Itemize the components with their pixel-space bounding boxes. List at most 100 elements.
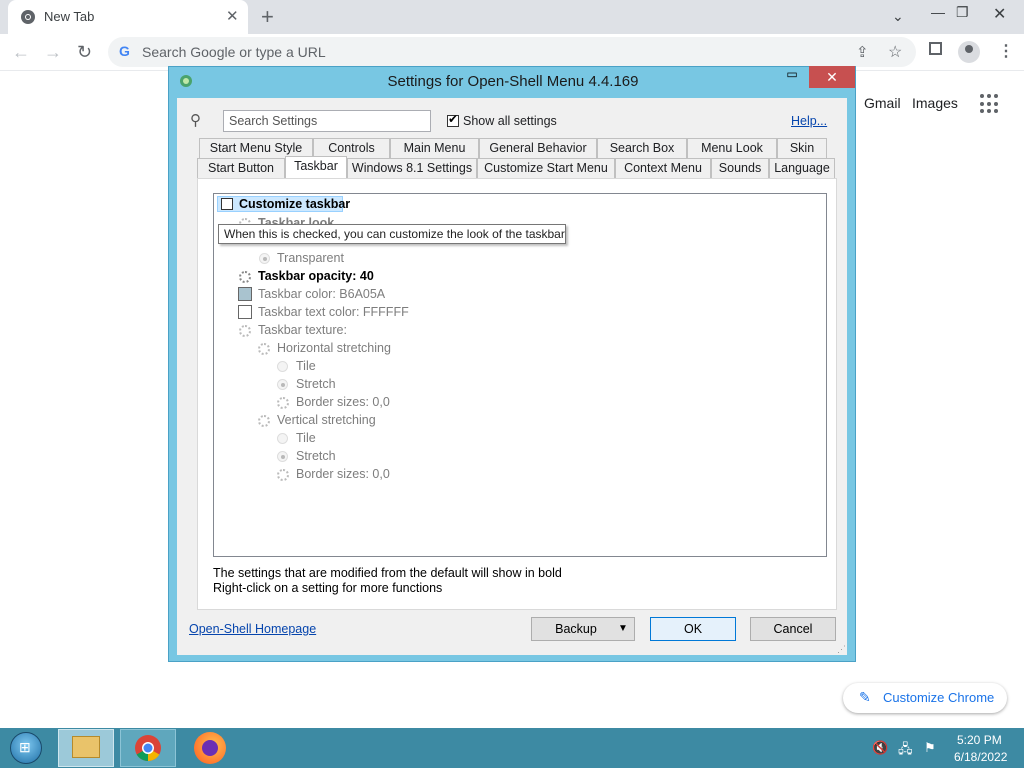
search-icon: ⚲ bbox=[190, 112, 201, 129]
customize-chrome-button[interactable]: ✎ Customize Chrome bbox=[843, 683, 1007, 713]
v-stretch-label: Stretch bbox=[296, 449, 336, 463]
tab-skin[interactable]: Skin bbox=[777, 138, 827, 158]
menu-kebab-icon[interactable]: ⋮ bbox=[998, 41, 1014, 61]
h-tile-radio[interactable] bbox=[277, 361, 288, 372]
tab-customize-start-menu[interactable]: Customize Start Menu bbox=[477, 158, 615, 178]
taskbar-chrome[interactable] bbox=[120, 729, 176, 767]
tab-start-menu-style[interactable]: Start Menu Style bbox=[199, 138, 313, 158]
search-settings-input[interactable]: Search Settings bbox=[223, 110, 431, 132]
taskbar-file-explorer[interactable] bbox=[58, 729, 114, 767]
clock-time[interactable]: 5:20 PM bbox=[957, 733, 1002, 747]
open-shell-homepage-link[interactable]: Open-Shell Homepage bbox=[189, 622, 316, 636]
h-tile-label: Tile bbox=[296, 359, 316, 373]
taskbar-text-color-label[interactable]: Taskbar text color: FFFFFF bbox=[258, 305, 409, 319]
images-link[interactable]: Images bbox=[912, 95, 958, 111]
customize-chrome-label: Customize Chrome bbox=[883, 690, 995, 705]
taskbar-opacity-label[interactable]: Taskbar opacity: 40 bbox=[258, 269, 374, 283]
backup-button[interactable]: Backup ▼ bbox=[531, 617, 635, 641]
v-stretch-radio[interactable] bbox=[277, 451, 288, 462]
vertical-stretching-label[interactable]: Vertical stretching bbox=[277, 413, 376, 427]
tab-start-button[interactable]: Start Button bbox=[197, 158, 285, 178]
opacity-gear-icon bbox=[239, 271, 251, 283]
h-border-sizes-label[interactable]: Border sizes: 0,0 bbox=[296, 395, 390, 409]
tab-general-behavior[interactable]: General Behavior bbox=[479, 138, 597, 158]
new-tab-button[interactable]: + bbox=[261, 4, 274, 30]
tab-context-menu[interactable]: Context Menu bbox=[615, 158, 711, 178]
omnibox[interactable]: G Search Google or type a URL ⇪ ☆ bbox=[108, 37, 916, 67]
bookmark-star-icon[interactable]: ☆ bbox=[888, 42, 902, 62]
minimize-icon[interactable]: — bbox=[931, 4, 945, 20]
taskbar-color-label[interactable]: Taskbar color: B6A05A bbox=[258, 287, 385, 301]
taskbar-texture-label[interactable]: Taskbar texture: bbox=[258, 323, 347, 337]
volume-muted-icon[interactable]: 🔇 bbox=[872, 740, 888, 756]
windows-logo-icon: ⊞ bbox=[19, 739, 31, 755]
profile-avatar-icon[interactable] bbox=[958, 41, 980, 63]
clock-date[interactable]: 6/18/2022 bbox=[954, 750, 1007, 764]
v-tile-radio[interactable] bbox=[277, 433, 288, 444]
tab-controls[interactable]: Controls bbox=[313, 138, 390, 158]
tooltip: When this is checked, you can customize … bbox=[218, 224, 566, 244]
dialog-title: Settings for Open-Shell Menu 4.4.169 bbox=[387, 73, 639, 90]
settings-tree[interactable]: Customize taskbar Taskbar look Transpare… bbox=[213, 193, 827, 557]
share-icon[interactable]: ⇪ bbox=[856, 43, 869, 61]
tab-search-box[interactable]: Search Box bbox=[597, 138, 687, 158]
taskbar-color-swatch[interactable] bbox=[238, 287, 252, 301]
tab-menu-look[interactable]: Menu Look bbox=[687, 138, 777, 158]
firefox-icon[interactable] bbox=[194, 732, 226, 764]
search-settings-placeholder: Search Settings bbox=[229, 114, 318, 128]
network-icon[interactable]: 🖧 bbox=[898, 740, 913, 762]
transparent-radio[interactable] bbox=[259, 253, 270, 264]
folder-icon bbox=[72, 736, 100, 758]
reload-icon[interactable]: ↻ bbox=[77, 42, 92, 63]
customize-taskbar-checkbox[interactable] bbox=[221, 198, 233, 210]
customize-taskbar-row[interactable]: Customize taskbar bbox=[217, 196, 350, 212]
resize-grip-icon[interactable]: ⋰ bbox=[837, 644, 846, 655]
chrome-icon bbox=[135, 735, 161, 762]
gmail-link[interactable]: Gmail bbox=[864, 95, 901, 111]
dialog-client-area: ⚲ Search Settings ✔ Show all settings He… bbox=[177, 98, 847, 655]
omnibox-placeholder: Search Google or type a URL bbox=[142, 44, 326, 60]
cancel-button[interactable]: Cancel bbox=[750, 617, 836, 641]
start-button[interactable]: ⊞ bbox=[10, 732, 42, 764]
v-border-sizes-label[interactable]: Border sizes: 0,0 bbox=[296, 467, 390, 481]
taskbar-text-color-swatch[interactable] bbox=[238, 305, 252, 319]
tab-sounds[interactable]: Sounds bbox=[711, 158, 769, 178]
dialog-close-button[interactable]: ✕ bbox=[809, 66, 855, 88]
tab-main-menu[interactable]: Main Menu bbox=[390, 138, 479, 158]
transparent-label: Transparent bbox=[277, 251, 344, 265]
bold-note: The settings that are modified from the … bbox=[213, 566, 562, 580]
tab-title: New Tab bbox=[44, 9, 95, 24]
vertical-gear-icon bbox=[258, 415, 270, 427]
h-stretch-radio[interactable] bbox=[277, 379, 288, 390]
h-border-gear-icon bbox=[277, 397, 289, 409]
ok-button[interactable]: OK bbox=[650, 617, 736, 641]
forward-icon[interactable]: → bbox=[44, 42, 62, 63]
show-all-settings-label: Show all settings bbox=[463, 114, 557, 128]
right-click-note: Right-click on a setting for more functi… bbox=[213, 581, 443, 595]
restore-icon[interactable]: ❐ bbox=[956, 4, 969, 21]
action-center-icon[interactable]: ⚑ bbox=[924, 740, 936, 756]
tab-strip: New Tab ✕ + ⌄ — ❐ ✕ bbox=[0, 0, 1024, 34]
chevron-down-icon[interactable]: ⌄ bbox=[892, 8, 904, 25]
dialog-minimize-icon[interactable]: ▭ bbox=[781, 67, 803, 87]
google-g-icon: G bbox=[119, 43, 130, 59]
checkmark-icon: ✔ bbox=[448, 112, 459, 126]
side-panel-icon[interactable] bbox=[929, 42, 942, 55]
horizontal-stretching-label[interactable]: Horizontal stretching bbox=[277, 341, 391, 355]
google-apps-icon[interactable] bbox=[980, 94, 1000, 114]
chrome-icon bbox=[21, 10, 35, 24]
tab-windows-81-settings[interactable]: Windows 8.1 Settings bbox=[347, 158, 477, 178]
pencil-icon: ✎ bbox=[859, 689, 871, 705]
show-all-settings-checkbox[interactable]: ✔ bbox=[447, 112, 459, 127]
horizontal-gear-icon bbox=[258, 343, 270, 355]
h-stretch-label: Stretch bbox=[296, 377, 336, 391]
dropdown-arrow-icon: ▼ bbox=[618, 623, 628, 634]
back-icon[interactable]: ← bbox=[12, 42, 30, 63]
close-window-icon[interactable]: ✕ bbox=[993, 4, 1006, 24]
tab-new-tab[interactable]: New Tab ✕ bbox=[8, 0, 248, 34]
help-link[interactable]: Help... bbox=[791, 114, 827, 128]
close-tab-icon[interactable]: ✕ bbox=[226, 7, 239, 25]
windows-taskbar: ⊞ 🔇 🖧 ⚑ 5:20 PM 6/18/2022 bbox=[0, 728, 1024, 768]
tab-taskbar[interactable]: Taskbar bbox=[285, 156, 347, 178]
tab-language[interactable]: Language bbox=[769, 158, 835, 178]
